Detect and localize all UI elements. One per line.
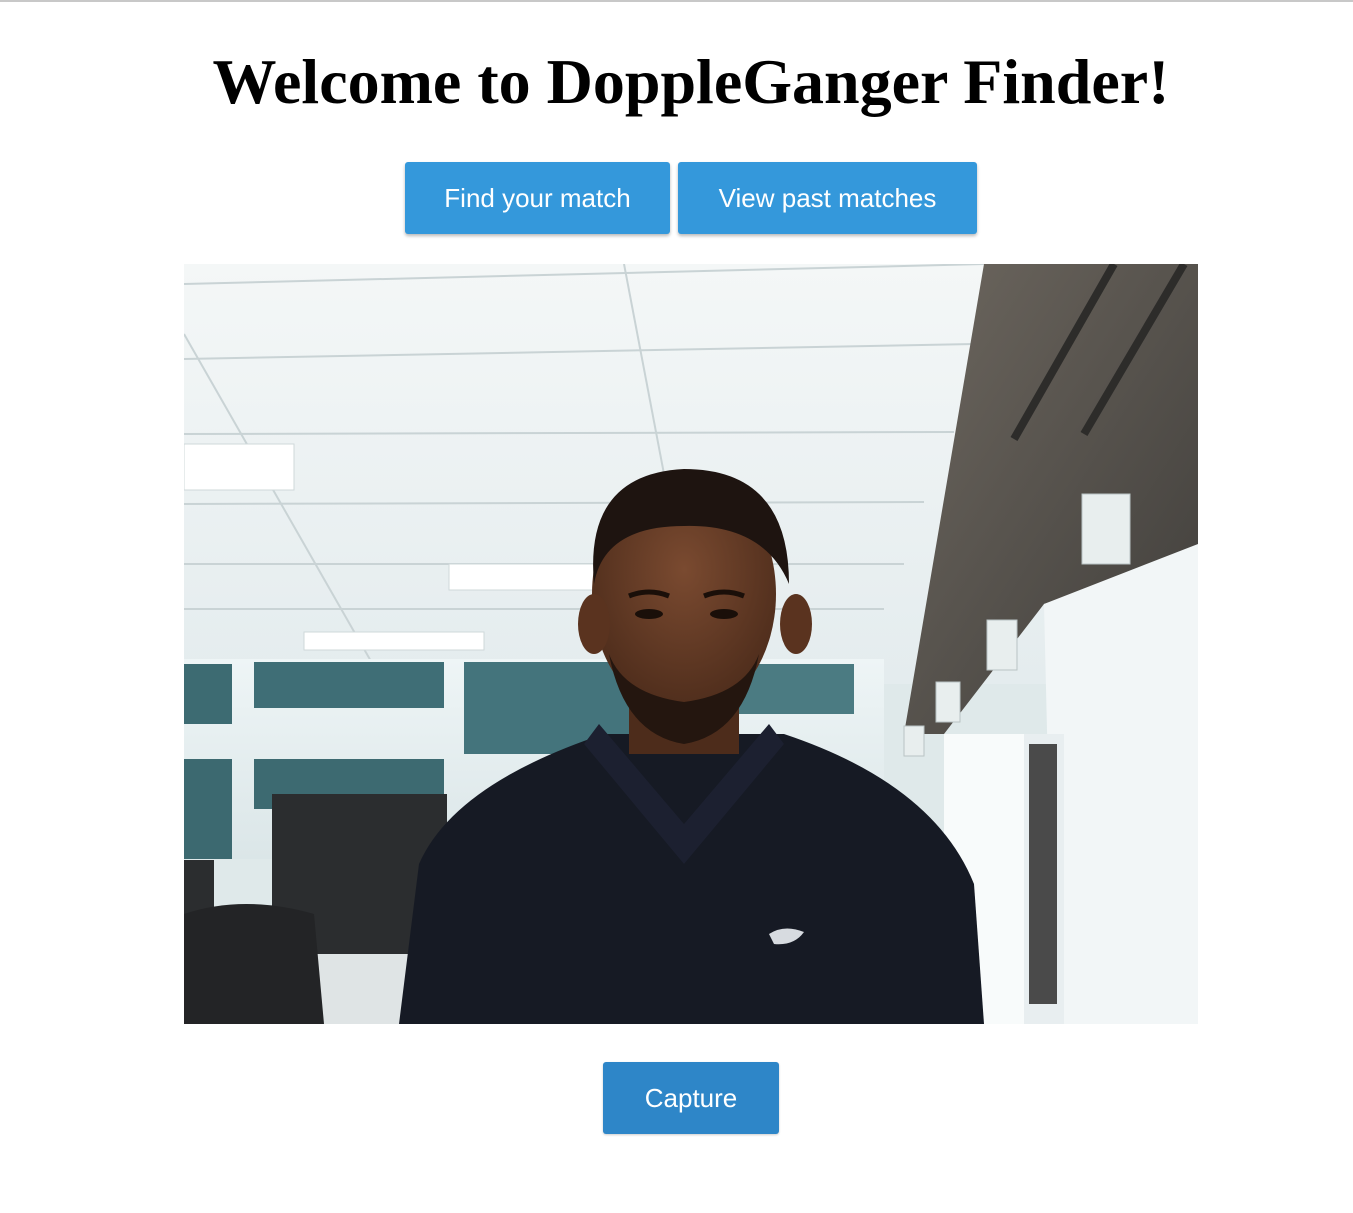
capture-button[interactable]: Capture (603, 1062, 779, 1134)
find-your-match-button[interactable]: Find your match (405, 162, 670, 234)
top-divider (0, 0, 1353, 2)
webcam-feed-image (184, 264, 1198, 1024)
page-title: Welcome to DoppleGanger Finder! (212, 46, 1170, 117)
nav-buttons: Find your match View past matches (0, 162, 1353, 234)
webcam-preview (184, 264, 1198, 1024)
view-past-matches-button[interactable]: View past matches (678, 162, 977, 234)
